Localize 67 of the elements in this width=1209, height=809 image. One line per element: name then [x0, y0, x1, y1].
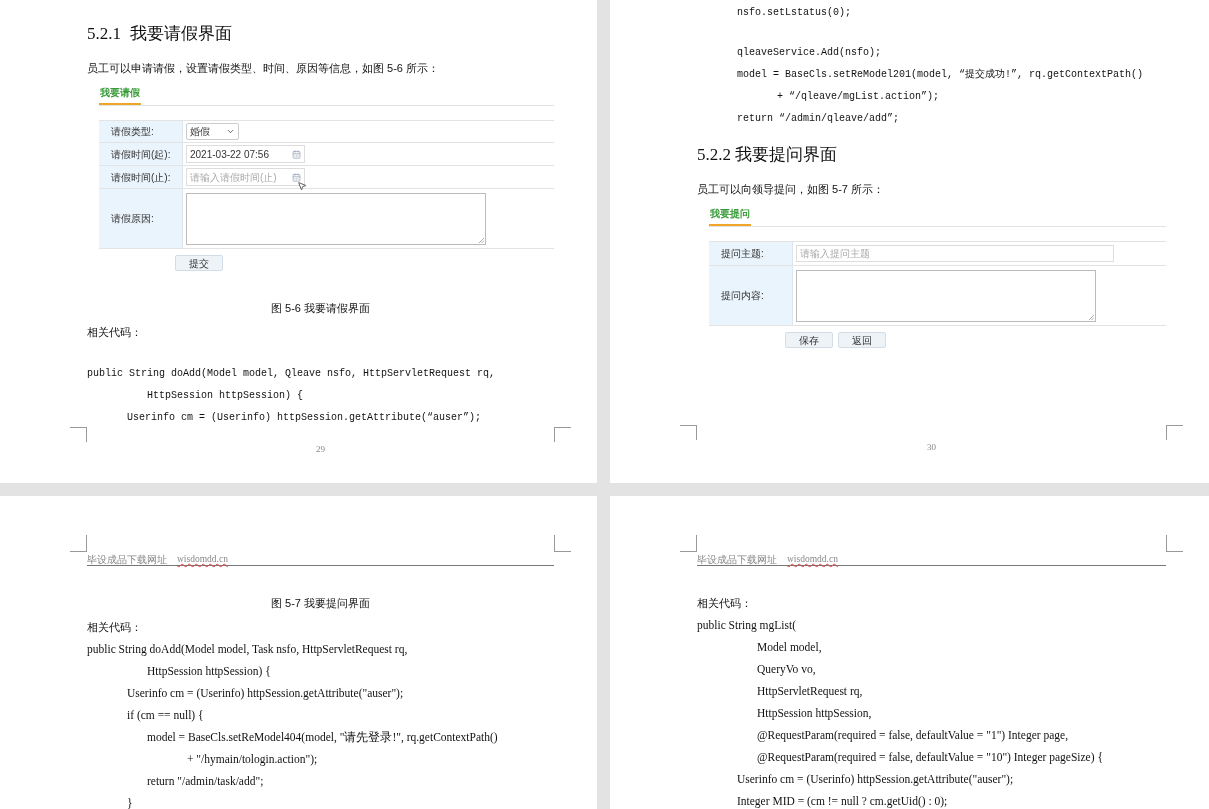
code-line: HttpSession httpSession) { — [146, 388, 303, 403]
chevron-down-icon — [226, 127, 235, 136]
body-text: 相关代码： — [697, 595, 752, 611]
form-button[interactable]: 保存 — [785, 332, 833, 348]
code-line: return “/admin/qleave/add”; — [736, 111, 899, 126]
field-label: 提问主题: — [709, 242, 793, 265]
code-line: HttpSession httpSession) { — [146, 663, 271, 680]
form-tab[interactable]: 我要提问 — [709, 206, 751, 226]
code-line: Model model, — [756, 639, 822, 655]
crop-mark — [70, 427, 87, 442]
code-line: QueryVo vo, — [756, 661, 816, 678]
header-text: 毕设成品下载网址 — [87, 554, 167, 564]
code-line: if (cm == null) { — [126, 707, 204, 724]
date-field[interactable]: 2021-03-22 07:56 — [186, 145, 305, 163]
figure-caption: 图 5-6 我要请假界面 — [271, 300, 370, 316]
body-text: 相关代码： — [87, 324, 142, 340]
field-label: 请假原因: — [99, 189, 183, 248]
select-field[interactable]: 婚假 — [186, 123, 239, 140]
form-button[interactable]: 提交 — [175, 255, 223, 271]
crop-mark — [680, 535, 697, 552]
code-line: HttpSession httpSession, — [756, 705, 872, 722]
section-heading: 5.2.2 我要提问界面 — [697, 145, 838, 163]
page-number: 29 — [316, 443, 325, 456]
code-line: HttpServletRequest rq, — [756, 683, 863, 700]
cursor-icon — [297, 181, 307, 191]
page-number: 30 — [927, 440, 936, 454]
code-line: Userinfo cm = (Userinfo) httpSession.getAttribute("auser"); — [736, 771, 1014, 788]
crop-mark — [554, 535, 571, 552]
code-line: } — [126, 795, 133, 809]
resize-grip-icon — [1089, 314, 1094, 320]
code-line: Integer MID = (cm != null ? cm.getUid() : 0); — [736, 793, 948, 809]
field-label: 请假时间(起): — [99, 143, 183, 165]
section-heading: 5.2.1 我要请假界面 — [87, 24, 232, 42]
form-button[interactable]: 返回 — [838, 332, 886, 348]
code-line: @RequestParam(required = false, defaultValue = "1") Integer page, — [756, 727, 1069, 744]
header-text: 毕设成品下载网址 — [697, 554, 777, 564]
code-line: Userinfo cm = (Userinfo) httpSession.getAttribute(“auser”); — [126, 410, 482, 425]
code-line: model = BaseCls.setReModel404(model, "请先登录!", rq.getContextPath() — [146, 729, 498, 746]
field-label: 请假类型: — [99, 121, 183, 142]
crop-mark — [554, 427, 571, 442]
code-line: qleaveService.Add(nsfo); — [736, 45, 881, 60]
form-tab[interactable]: 我要请假 — [99, 85, 141, 105]
code-line: @RequestParam(required = false, defaultValue = "10") Integer pageSize) { — [756, 749, 1103, 766]
text-area[interactable] — [186, 192, 486, 245]
crop-mark — [1166, 424, 1183, 440]
calendar-icon — [292, 149, 301, 159]
body-text: 员工可以申请请假，设置请假类型、时间、原因等信息，如图 5-6 所示： — [87, 60, 439, 76]
code-line: nsfo.setLstatus(0); — [736, 5, 851, 20]
crop-mark — [1166, 535, 1183, 552]
code-line: public String mgList( — [697, 617, 797, 634]
field-label: 提问内容: — [709, 266, 793, 325]
resize-grip-icon — [479, 237, 484, 243]
field-label: 请假时间(止): — [99, 166, 183, 188]
code-line: + “/qleave/mgList.action”); — [775, 89, 939, 104]
text-area[interactable] — [796, 269, 1096, 322]
code-line: return "/admin/task/add"; — [146, 773, 264, 789]
calendar-icon — [292, 172, 301, 182]
code-line: model = BaseCls.setReModel201(model, “提交成功!”, rq.getContextPath() — [736, 67, 1144, 82]
crop-mark — [70, 535, 87, 552]
figure-caption: 图 5-7 我要提问界面 — [271, 595, 370, 611]
body-text: 相关代码： — [87, 619, 142, 635]
code-line: Userinfo cm = (Userinfo) httpSession.getAttribute("auser"); — [126, 685, 404, 702]
body-text: 员工可以向领导提问，如图 5-7 所示： — [697, 181, 884, 197]
code-line: public String doAdd(Model model, Task nsfo, HttpServletRequest rq, — [87, 641, 408, 658]
code-line: public String doAdd(Model model, Qleave nsfo, HttpServletRequest rq, — [87, 366, 496, 381]
crop-mark — [680, 424, 697, 440]
code-line: + "/hymain/tologin.action"); — [185, 751, 318, 768]
